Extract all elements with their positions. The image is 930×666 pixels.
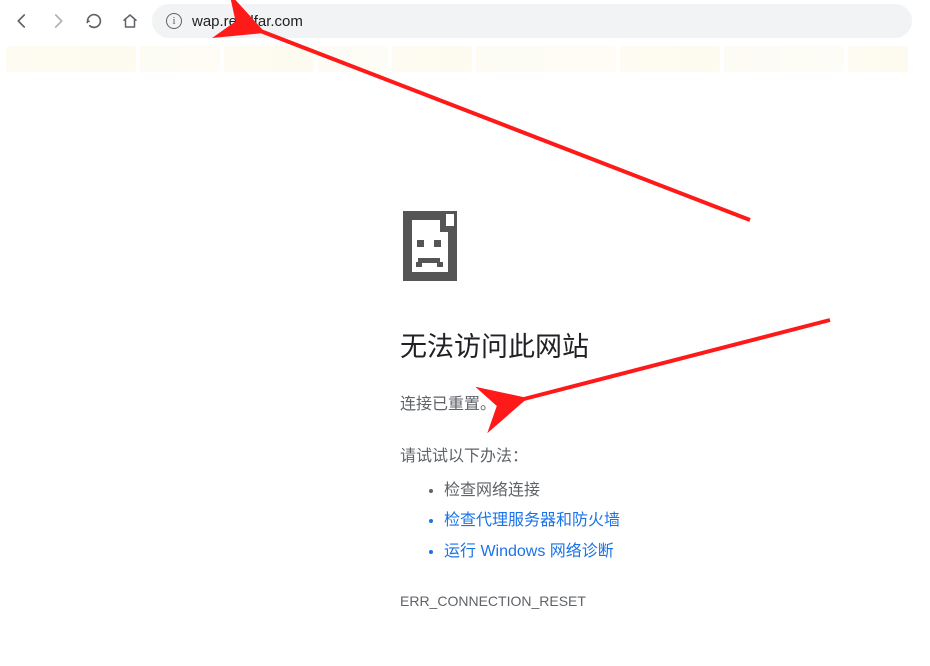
- home-button[interactable]: [116, 7, 144, 35]
- suggestion-check-connection: 检查网络连接: [444, 476, 860, 506]
- error-title: 无法访问此网站: [400, 325, 860, 364]
- forward-button[interactable]: [44, 7, 72, 35]
- bookmark-item[interactable]: [392, 46, 472, 72]
- error-subtitle: 连接已重置。: [400, 390, 860, 414]
- suggestion-check-proxy[interactable]: 检查代理服务器和防火墙: [444, 506, 860, 536]
- reload-button[interactable]: [80, 7, 108, 35]
- bookmark-item[interactable]: [848, 46, 908, 72]
- bookmark-item[interactable]: [318, 46, 388, 72]
- error-code: ERR_CONNECTION_RESET: [400, 593, 860, 609]
- bookmark-item[interactable]: [6, 46, 136, 72]
- sad-page-icon: [400, 210, 472, 282]
- bookmark-item[interactable]: [224, 46, 314, 72]
- suggestion-run-diagnostics[interactable]: 运行 Windows 网络诊断: [444, 537, 860, 567]
- suggestions-list: 检查网络连接 检查代理服务器和防火墙 运行 Windows 网络诊断: [400, 476, 860, 567]
- try-label: 请试试以下办法：: [400, 442, 860, 466]
- bookmark-item[interactable]: [140, 46, 220, 72]
- back-button[interactable]: [8, 7, 36, 35]
- browser-toolbar: i wap.readfar.com: [0, 0, 930, 42]
- url-text: wap.readfar.com: [192, 13, 898, 30]
- bookmark-item[interactable]: [620, 46, 720, 72]
- bookmarks-bar: [0, 42, 930, 76]
- site-info-icon[interactable]: i: [166, 13, 182, 29]
- address-bar[interactable]: i wap.readfar.com: [152, 4, 912, 38]
- error-page: 无法访问此网站 连接已重置。 请试试以下办法： 检查网络连接 检查代理服务器和防…: [400, 210, 860, 609]
- bookmark-item[interactable]: [476, 46, 616, 72]
- bookmark-item[interactable]: [724, 46, 844, 72]
